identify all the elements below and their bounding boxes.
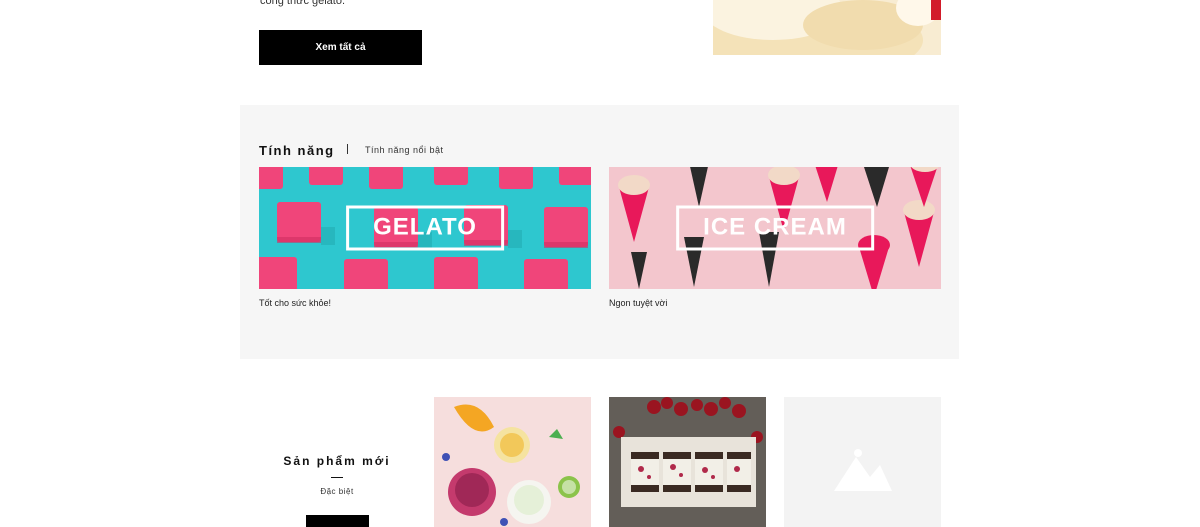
gelato-banner[interactable]: GELATO bbox=[259, 167, 591, 289]
ice-cream-caption: Ngon tuyệt vời bbox=[609, 298, 668, 308]
features-title: Tính năng bbox=[259, 143, 335, 158]
intro-text: công thức gelato. bbox=[260, 0, 346, 7]
new-products-title: Sản phẩm mới bbox=[283, 454, 391, 468]
product-image-ice-cream-sandwich[interactable] bbox=[609, 397, 766, 527]
image-placeholder-icon bbox=[784, 397, 941, 527]
product-image-gelato-cups[interactable] bbox=[434, 397, 591, 527]
title-divider bbox=[347, 144, 348, 154]
new-products-subtitle: Đặc biệt bbox=[320, 487, 354, 496]
gelato-banner-label: GELATO bbox=[346, 205, 504, 251]
new-products-button[interactable] bbox=[306, 515, 369, 527]
title-underline bbox=[331, 477, 343, 478]
ice-cream-photo bbox=[713, 0, 941, 55]
gelato-caption: Tốt cho sức khỏe! bbox=[259, 298, 332, 308]
ice-cream-banner[interactable]: ICE CREAM bbox=[609, 167, 941, 289]
ice-cream-banner-label: ICE CREAM bbox=[676, 205, 874, 251]
features-subtitle: Tính năng nổi bật bbox=[365, 145, 444, 155]
view-all-button[interactable]: Xem tất cả bbox=[259, 30, 422, 65]
product-image-placeholder[interactable] bbox=[784, 397, 941, 527]
